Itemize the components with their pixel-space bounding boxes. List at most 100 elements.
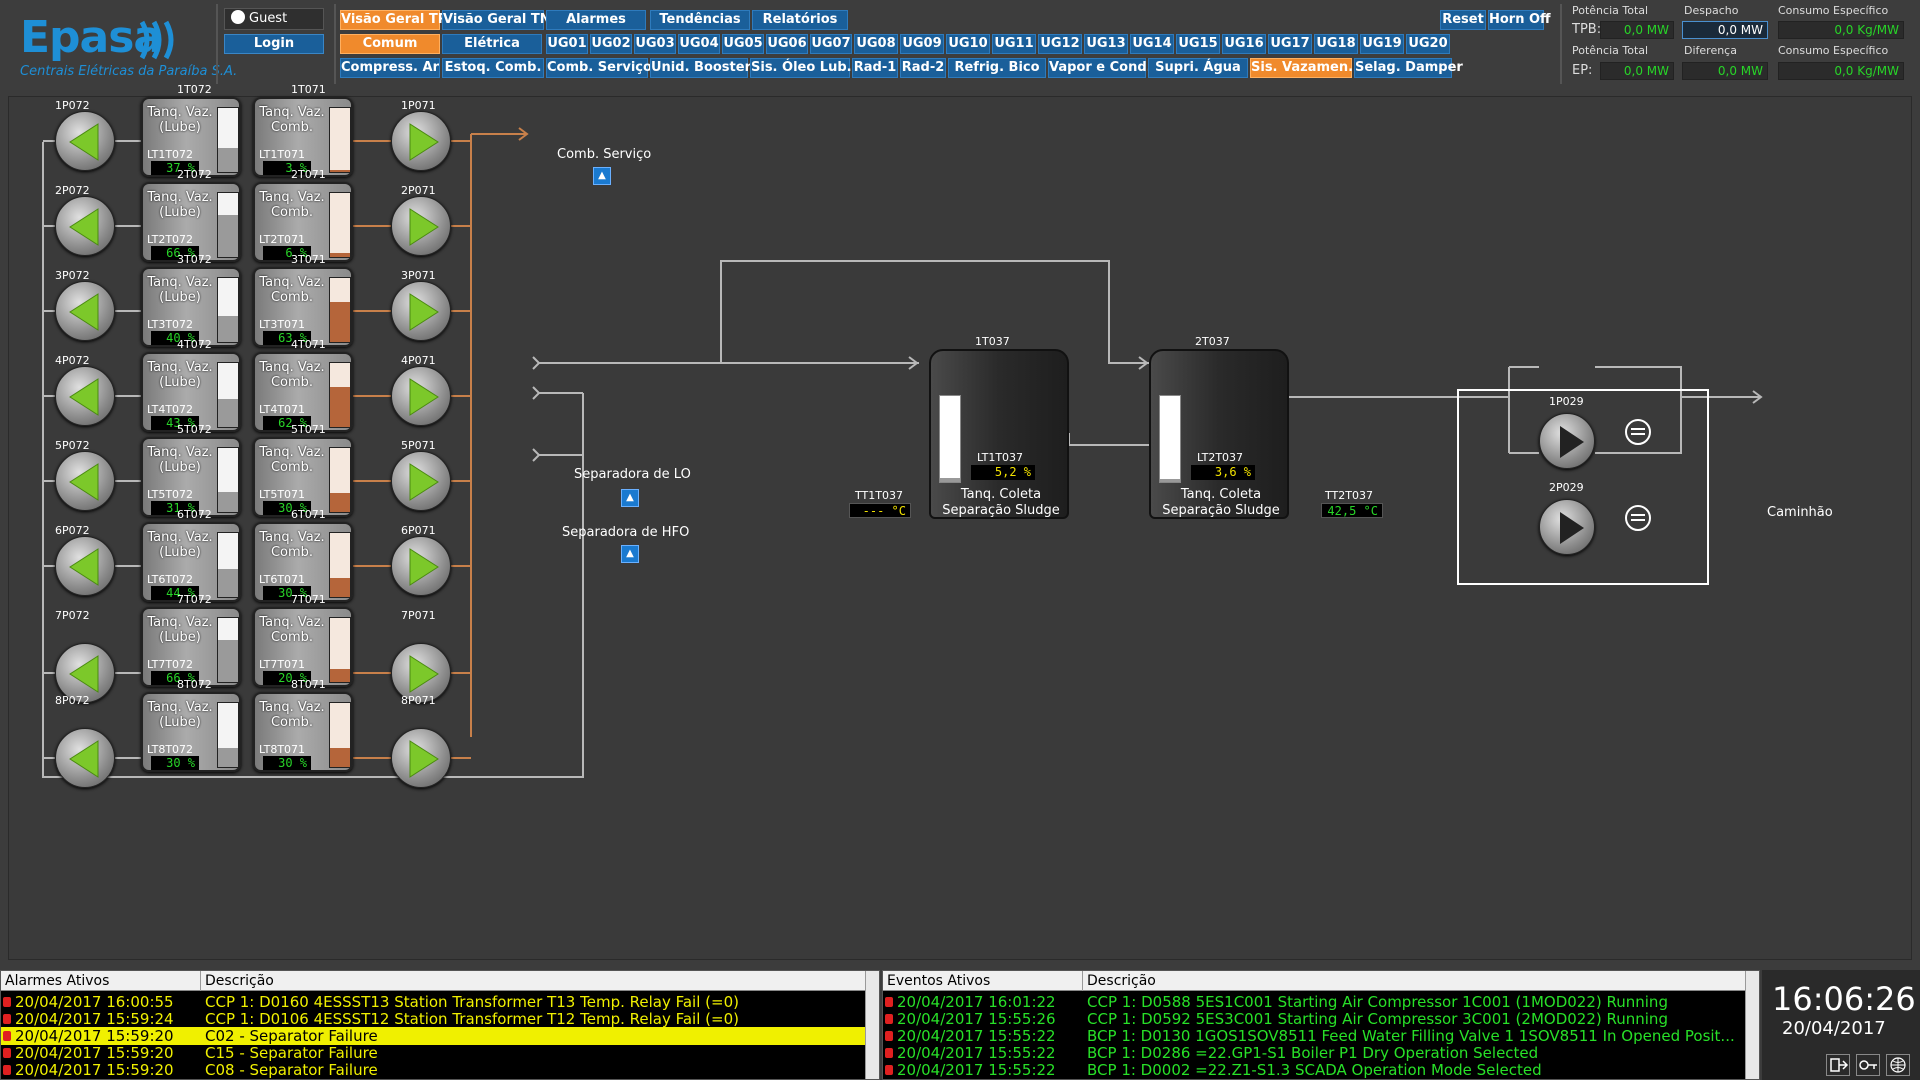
lube-drain-tank[interactable]: Tanq. Vaz. (Lube) LT5T072 31 % — [141, 437, 241, 517]
pump-2p072[interactable] — [55, 196, 115, 256]
nav-ug13[interactable]: UG13 — [1084, 34, 1128, 54]
pump-8p071[interactable] — [391, 728, 451, 788]
nav-ug10[interactable]: UG10 — [946, 34, 990, 54]
comb-servico-nav-button[interactable]: ▲ — [593, 167, 611, 185]
comb-drain-tank[interactable]: Tanq. Vaz. Comb. LT1T071 3 % — [253, 97, 353, 177]
login-button[interactable]: Login — [224, 34, 324, 54]
sep-hfo-nav-button[interactable]: ▲ — [621, 545, 639, 563]
nav-ug15[interactable]: UG15 — [1176, 34, 1220, 54]
events-col-time[interactable]: Eventos Ativos — [883, 971, 1083, 991]
alarm-row[interactable]: 20/04/2017 16:00:55 CCP 1: D0160 4ESSST13… — [1, 993, 867, 1011]
lube-drain-tank[interactable]: Tanq. Vaz. (Lube) LT1T072 37 % — [141, 97, 241, 177]
nav-ug03[interactable]: UG03 — [634, 34, 676, 54]
tank-title: Tanq. Vaz. (Lube) — [147, 700, 213, 730]
pump-3p072[interactable] — [55, 281, 115, 341]
nav-ug19[interactable]: UG19 — [1360, 34, 1404, 54]
nav-ug09[interactable]: UG09 — [900, 34, 944, 54]
pump-6p071[interactable] — [391, 536, 451, 596]
pump-8p072[interactable] — [55, 728, 115, 788]
nav-comum[interactable]: Comum — [340, 34, 440, 54]
globe-icon[interactable] — [1886, 1054, 1910, 1076]
nav-sis-vazamen-[interactable]: Sis. Vazamen. — [1250, 58, 1353, 78]
nav-ug06[interactable]: UG06 — [766, 34, 808, 54]
pump-1p029[interactable] — [1539, 413, 1595, 469]
comb-drain-tank[interactable]: Tanq. Vaz. Comb. LT7T071 20 % — [253, 607, 353, 687]
comb-drain-tank[interactable]: Tanq. Vaz. Comb. LT5T071 30 % — [253, 437, 353, 517]
event-row[interactable]: 20/04/2017 16:01:22 CCP 1: D0588 5ES1C001… — [883, 993, 1747, 1011]
comb-drain-tank[interactable]: Tanq. Vaz. Comb. LT6T071 30 % — [253, 522, 353, 602]
pump-6p072[interactable] — [55, 536, 115, 596]
nav-vis-o-geral-tn[interactable]: Visão Geral TN — [442, 10, 551, 30]
lube-drain-tank[interactable]: Tanq. Vaz. (Lube) LT6T072 44 % — [141, 522, 241, 602]
event-row[interactable]: 20/04/2017 15:55:22 BCP 1: D0130 1GOS1SOV… — [883, 1027, 1747, 1045]
nav-rad-1[interactable]: Rad-1 — [852, 58, 898, 78]
reset-button[interactable]: Reset — [1440, 10, 1486, 30]
nav-ug05[interactable]: UG05 — [722, 34, 764, 54]
nav-ug07[interactable]: UG07 — [810, 34, 852, 54]
lube-drain-tank[interactable]: Tanq. Vaz. (Lube) LT8T072 30 % — [141, 692, 241, 772]
pump-4p072[interactable] — [55, 366, 115, 426]
nav-estoq-comb-[interactable]: Estoq. Comb. — [442, 58, 544, 78]
event-row[interactable]: 20/04/2017 15:55:22 BCP 1: D0002 =22.Z1-S… — [883, 1061, 1747, 1079]
nav-ug08[interactable]: UG08 — [854, 34, 898, 54]
nav-ug14[interactable]: UG14 — [1130, 34, 1174, 54]
lube-drain-tank[interactable]: Tanq. Vaz. (Lube) LT7T072 66 % — [141, 607, 241, 687]
nav-el-trica[interactable]: Elétrica — [442, 34, 542, 54]
nav-ug01[interactable]: UG01 — [546, 34, 588, 54]
nav-refrig-bico[interactable]: Refrig. Bico — [948, 58, 1046, 78]
nav-ug18[interactable]: UG18 — [1314, 34, 1358, 54]
comb-drain-tank[interactable]: Tanq. Vaz. Comb. LT2T071 6 % — [253, 182, 353, 262]
nav-ug11[interactable]: UG11 — [992, 34, 1036, 54]
nav-tend-ncias[interactable]: Tendências — [650, 10, 750, 30]
alarms-col-time[interactable]: Alarmes Ativos — [1, 971, 201, 991]
nav-unid-booster[interactable]: Unid. Booster — [650, 58, 751, 78]
pump-4p071[interactable] — [391, 366, 451, 426]
nav-selag-damper[interactable]: Selag. Damper — [1354, 58, 1463, 78]
nav-ug02[interactable]: UG02 — [590, 34, 632, 54]
nav-relat-rios[interactable]: Relatórios — [752, 10, 848, 30]
nav-vapor-e-cond-[interactable]: Vapor e Cond. — [1048, 58, 1152, 78]
pump-1p072[interactable] — [55, 111, 115, 171]
despacho-input[interactable]: 0,0 MW — [1682, 21, 1768, 39]
alarm-row[interactable]: 20/04/2017 15:59:24 CCP 1: D0106 4ESSST12… — [1, 1010, 867, 1028]
nav-ug17[interactable]: UG17 — [1268, 34, 1312, 54]
event-row[interactable]: 20/04/2017 15:55:26 CCP 1: D0592 5ES3C001… — [883, 1010, 1747, 1028]
key-icon[interactable] — [1856, 1054, 1880, 1076]
sep-lo-nav-button[interactable]: ▲ — [621, 489, 639, 507]
events-col-desc[interactable]: Descrição — [1083, 971, 1747, 991]
alarm-row[interactable]: 20/04/2017 15:59:20 C08 - Separator Failu… — [1, 1061, 867, 1079]
horn-off-button[interactable]: Horn Off — [1488, 10, 1551, 30]
pump-2p029[interactable] — [1539, 499, 1595, 555]
nav-vis-o-geral-tp[interactable]: Visão Geral TP — [340, 10, 447, 30]
comb-drain-tank[interactable]: Tanq. Vaz. Comb. LT3T071 63 % — [253, 267, 353, 347]
pump-5p071[interactable] — [391, 451, 451, 511]
sludge-tank-1[interactable]: LT1T037 5,2 % Tanq. Coleta Separação Slu… — [929, 349, 1069, 519]
comb-drain-tank[interactable]: Tanq. Vaz. Comb. LT8T071 30 % — [253, 692, 353, 772]
pump-1p071[interactable] — [391, 111, 451, 171]
lube-drain-tank[interactable]: Tanq. Vaz. (Lube) LT2T072 66 % — [141, 182, 241, 262]
exit-icon[interactable] — [1826, 1054, 1850, 1076]
sludge-tank-2[interactable]: LT2T037 3,6 % Tanq. Coleta Separação Slu… — [1149, 349, 1289, 519]
nav-comb-servi-o[interactable]: Comb. Serviço — [546, 58, 652, 78]
lube-drain-tank[interactable]: Tanq. Vaz. (Lube) LT4T072 43 % — [141, 352, 241, 432]
pump-5p072[interactable] — [55, 451, 115, 511]
alarm-row[interactable]: 20/04/2017 15:59:20 C15 - Separator Failu… — [1, 1044, 867, 1062]
alarms-scrollbar[interactable] — [865, 971, 879, 1079]
nav-sis-leo-lub-[interactable]: Sis. Óleo Lub. — [750, 58, 852, 78]
nav-ug04[interactable]: UG04 — [678, 34, 720, 54]
nav-ug20[interactable]: UG20 — [1406, 34, 1450, 54]
pump-2p071[interactable] — [391, 196, 451, 256]
nav-alarmes[interactable]: Alarmes — [546, 10, 646, 30]
comb-drain-tank[interactable]: Tanq. Vaz. Comb. LT4T071 62 % — [253, 352, 353, 432]
nav-compress-ar[interactable]: Compress. Ar — [340, 58, 440, 78]
events-scrollbar[interactable] — [1745, 971, 1759, 1079]
nav-supri-gua[interactable]: Supri. Água — [1148, 58, 1248, 78]
event-row[interactable]: 20/04/2017 15:55:22 BCP 1: D0286 =22.GP1-… — [883, 1044, 1747, 1062]
lube-drain-tank[interactable]: Tanq. Vaz. (Lube) LT3T072 40 % — [141, 267, 241, 347]
alarm-row[interactable]: 20/04/2017 15:59:20 C02 - Separator Failu… — [1, 1027, 867, 1045]
alarms-col-desc[interactable]: Descrição — [201, 971, 867, 991]
nav-ug12[interactable]: UG12 — [1038, 34, 1082, 54]
pump-3p071[interactable] — [391, 281, 451, 341]
nav-ug16[interactable]: UG16 — [1222, 34, 1266, 54]
nav-rad-2[interactable]: Rad-2 — [900, 58, 946, 78]
